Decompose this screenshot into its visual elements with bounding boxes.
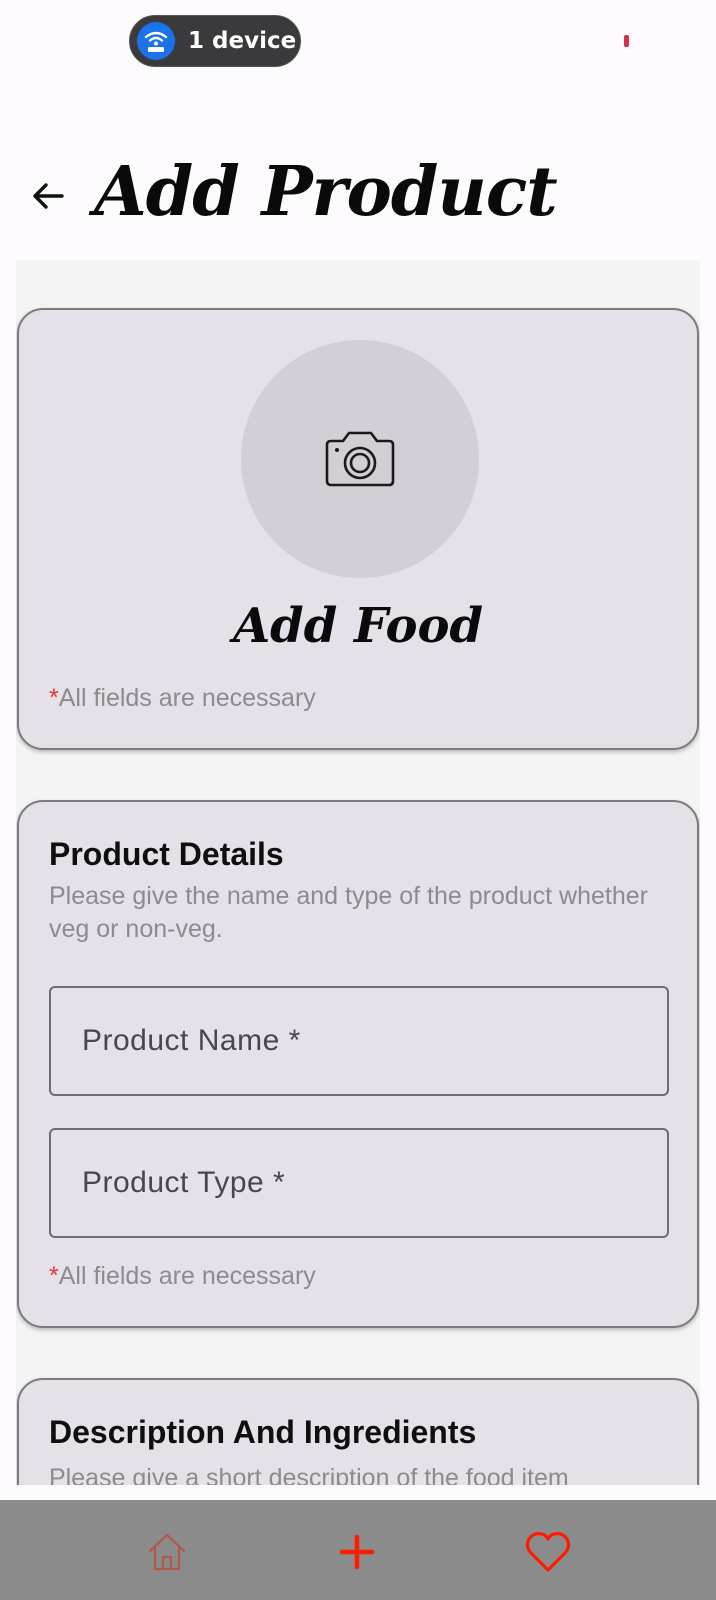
arrow-left-icon bbox=[33, 183, 64, 209]
back-button[interactable] bbox=[28, 176, 68, 216]
product-details-subtitle: Please give the name and type of the pro… bbox=[49, 882, 648, 943]
required-note-text: All fields are necessary bbox=[58, 1262, 316, 1290]
plus-icon bbox=[339, 1534, 375, 1570]
nav-add-button[interactable] bbox=[333, 1528, 381, 1576]
product-type-label: Product Type * bbox=[82, 1166, 286, 1199]
product-name-field[interactable]: Product Name * bbox=[49, 986, 669, 1096]
device-connection-pill[interactable]: 1 device bbox=[129, 15, 301, 67]
required-note-text: All fields are necessary bbox=[58, 684, 316, 712]
home-icon bbox=[148, 1533, 186, 1571]
required-fields-note: *All fields are necessary bbox=[49, 1262, 316, 1291]
required-star: * bbox=[49, 684, 59, 712]
recording-indicator bbox=[624, 35, 629, 47]
add-food-title: Add Food bbox=[232, 598, 484, 654]
status-bar: 1 device bbox=[0, 0, 716, 84]
page-title: Add Product bbox=[94, 152, 558, 232]
description-title: Description And Ingredients bbox=[49, 1414, 477, 1450]
required-star: * bbox=[49, 1262, 59, 1290]
bottom-navigation bbox=[0, 1500, 716, 1600]
product-type-field[interactable]: Product Type * bbox=[49, 1128, 669, 1238]
form-scroll-area[interactable]: Add Food *All fields are necessary Produ… bbox=[16, 260, 700, 1485]
camera-icon bbox=[325, 431, 395, 487]
nav-home-button[interactable] bbox=[143, 1528, 191, 1576]
description-subtitle: Please give a short description of the f… bbox=[49, 1464, 569, 1485]
product-name-label: Product Name * bbox=[82, 1024, 301, 1057]
required-fields-note: *All fields are necessary bbox=[49, 684, 316, 713]
description-ingredients-card: Description And Ingredients Please give … bbox=[17, 1378, 699, 1485]
nav-favorites-button[interactable] bbox=[524, 1528, 572, 1576]
app-header: Add Product bbox=[0, 140, 716, 250]
nav-divider bbox=[0, 1485, 716, 1500]
photo-upload-button[interactable] bbox=[241, 340, 479, 578]
device-count-label: 1 device bbox=[188, 28, 297, 54]
heart-icon bbox=[525, 1531, 571, 1572]
wifi-hotspot-icon bbox=[137, 22, 175, 60]
add-food-photo-card: Add Food *All fields are necessary bbox=[17, 308, 699, 750]
product-details-card: Product Details Please give the name and… bbox=[17, 800, 699, 1328]
product-details-title: Product Details bbox=[49, 836, 284, 872]
